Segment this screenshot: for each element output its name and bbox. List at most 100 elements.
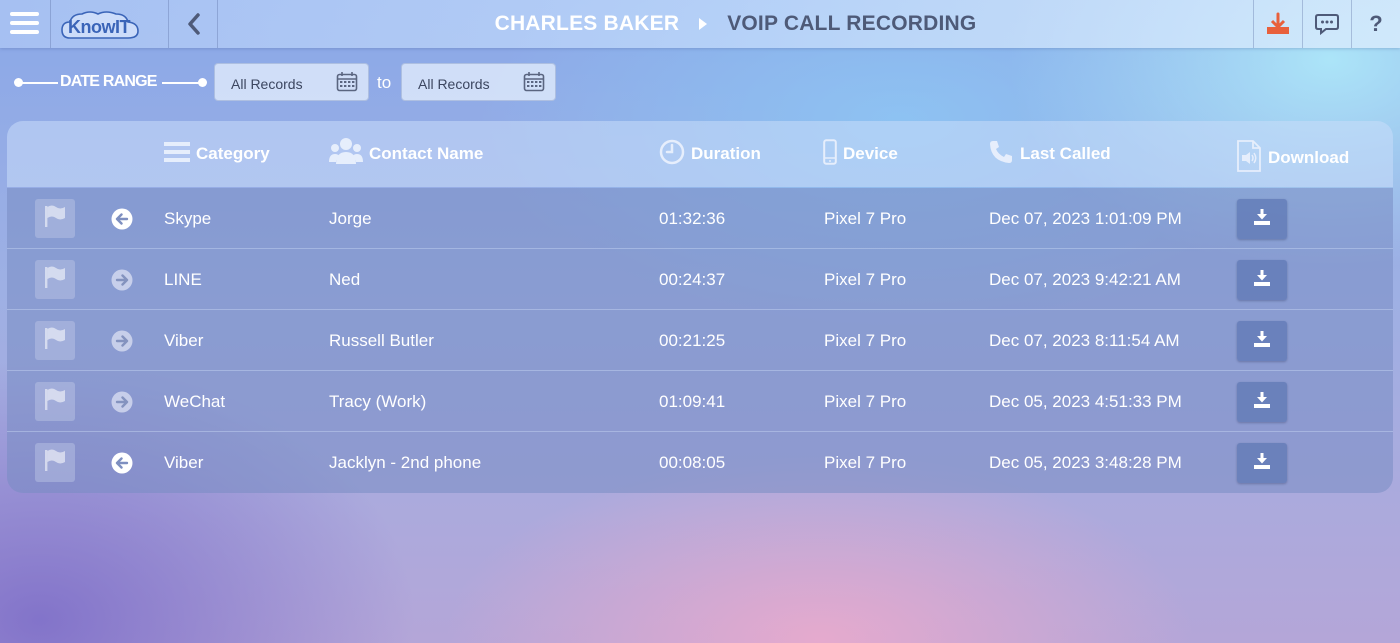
- column-header-category[interactable]: Category: [164, 121, 270, 187]
- list-icon: [164, 140, 190, 169]
- outgoing-call-arrow-icon: [111, 269, 133, 291]
- outgoing-call-arrow-icon: [111, 330, 133, 352]
- outgoing-call-arrow-icon: [111, 391, 133, 413]
- flag-button[interactable]: [35, 443, 75, 482]
- decorative-line: [162, 82, 200, 84]
- column-label: Contact Name: [369, 144, 484, 163]
- download-icon: [1253, 391, 1271, 414]
- duration-cell: 00:24:37: [659, 269, 726, 289]
- column-label: Category: [196, 144, 270, 163]
- download-button[interactable]: [1237, 199, 1287, 239]
- download-icon: [1253, 330, 1271, 353]
- users-group-icon: [329, 137, 363, 172]
- flag-button[interactable]: [35, 382, 75, 421]
- device-cell: Pixel 7 Pro: [824, 391, 907, 411]
- table-row[interactable]: Skype Jorge 01:32:36 Pixel 7 Pro Dec 07,…: [7, 188, 1393, 249]
- table-row[interactable]: LINE Ned 00:24:37 Pixel 7 Pro Dec 07, 20…: [7, 249, 1393, 310]
- device-cell: Pixel 7 Pro: [824, 208, 907, 228]
- category-cell: WeChat: [164, 391, 226, 411]
- breadcrumb-chevron-icon: [699, 18, 708, 30]
- date-from-field[interactable]: All Records: [214, 63, 369, 101]
- flag-icon: [42, 448, 68, 477]
- column-label: Duration: [691, 144, 761, 163]
- date-to-value: All Records: [418, 76, 490, 92]
- date-range-filter: DATE RANGE All Records to All Records: [12, 63, 572, 101]
- last-called-cell: Dec 07, 2023 8:11:54 AM: [989, 330, 1180, 350]
- last-called-cell: Dec 07, 2023 1:01:09 PM: [989, 208, 1182, 228]
- category-cell: LINE: [164, 269, 202, 289]
- phone-icon: [988, 139, 1014, 170]
- date-range-to-label: to: [377, 73, 392, 92]
- smartphone-icon: [823, 138, 837, 170]
- contact-cell: Tracy (Work): [329, 391, 427, 411]
- recordings-table: Skype Jorge 01:32:36 Pixel 7 Pro Dec 07,…: [7, 188, 1393, 493]
- breadcrumb: CHARLES BAKER VOIP CALL RECORDING: [218, 0, 1253, 48]
- duration-cell: 00:21:25: [659, 330, 726, 350]
- last-called-cell: Dec 05, 2023 4:51:33 PM: [989, 391, 1182, 411]
- flag-button[interactable]: [35, 199, 75, 238]
- category-cell: Viber: [164, 452, 204, 472]
- contact-cell: Ned: [329, 269, 361, 289]
- download-icon: [1253, 208, 1271, 231]
- device-cell: Pixel 7 Pro: [824, 269, 907, 289]
- calendar-icon[interactable]: [523, 71, 545, 98]
- date-from-value: All Records: [231, 76, 303, 92]
- export-download-icon[interactable]: [1254, 0, 1302, 48]
- flag-icon: [42, 265, 68, 294]
- back-arrow-icon[interactable]: [169, 0, 217, 48]
- clock-icon: [659, 139, 685, 170]
- calendar-icon[interactable]: [336, 71, 358, 98]
- date-to-field[interactable]: All Records: [401, 63, 556, 101]
- download-button[interactable]: [1237, 321, 1287, 361]
- download-button[interactable]: [1237, 443, 1287, 483]
- incoming-call-arrow-icon: [111, 208, 133, 230]
- decorative-line: [20, 82, 58, 84]
- flag-icon: [42, 387, 68, 416]
- breadcrumb-user[interactable]: CHARLES BAKER: [495, 12, 680, 36]
- incoming-call-arrow-icon: [111, 452, 133, 474]
- top-bar: KnowIT CHARLES BAKER VOIP CALL RECORDING…: [0, 0, 1400, 48]
- date-range-label: DATE RANGE: [60, 73, 157, 90]
- table-row[interactable]: Viber Russell Butler 00:21:25 Pixel 7 Pr…: [7, 310, 1393, 371]
- duration-cell: 01:32:36: [659, 208, 726, 228]
- column-label: Last Called: [1020, 144, 1111, 163]
- contact-cell: Jorge: [329, 208, 372, 228]
- column-header-download: Download: [1236, 125, 1349, 191]
- chat-bubble-icon[interactable]: [1303, 0, 1351, 48]
- table-header: Category Contact Name Duration Device La…: [7, 121, 1393, 187]
- page-title: VOIP CALL RECORDING: [727, 12, 977, 35]
- last-called-cell: Dec 07, 2023 9:42:21 AM: [989, 269, 1181, 289]
- download-icon: [1253, 452, 1271, 475]
- category-cell: Skype: [164, 208, 212, 228]
- table-row[interactable]: Viber Jacklyn - 2nd phone 00:08:05 Pixel…: [7, 432, 1393, 493]
- download-button[interactable]: [1237, 260, 1287, 300]
- divider: [50, 0, 51, 48]
- column-header-duration[interactable]: Duration: [659, 121, 761, 187]
- column-header-device[interactable]: Device: [823, 121, 898, 187]
- audio-file-icon: [1236, 139, 1262, 177]
- device-cell: Pixel 7 Pro: [824, 452, 907, 472]
- flag-icon: [42, 204, 68, 233]
- contact-cell: Jacklyn - 2nd phone: [329, 452, 482, 472]
- knowit-logo[interactable]: KnowIT: [60, 8, 140, 42]
- contact-cell: Russell Butler: [329, 330, 434, 350]
- last-called-cell: Dec 05, 2023 3:48:28 PM: [989, 452, 1182, 472]
- logo-text: KnowIT: [68, 17, 131, 37]
- download-icon: [1253, 269, 1271, 292]
- decorative-dot: [198, 78, 207, 87]
- flag-button[interactable]: [35, 260, 75, 299]
- duration-cell: 01:09:41: [659, 391, 726, 411]
- duration-cell: 00:08:05: [659, 452, 726, 472]
- device-cell: Pixel 7 Pro: [824, 330, 907, 350]
- column-label: Device: [843, 144, 898, 163]
- column-header-contact[interactable]: Contact Name: [329, 121, 483, 187]
- column-header-last-called[interactable]: Last Called: [988, 121, 1111, 187]
- column-label: Download: [1268, 148, 1350, 167]
- flag-icon: [42, 326, 68, 355]
- hamburger-menu-icon[interactable]: [0, 0, 50, 48]
- help-question-icon[interactable]: ?: [1352, 0, 1400, 48]
- table-row[interactable]: WeChat Tracy (Work) 01:09:41 Pixel 7 Pro…: [7, 371, 1393, 432]
- category-cell: Viber: [164, 330, 204, 350]
- flag-button[interactable]: [35, 321, 75, 360]
- download-button[interactable]: [1237, 382, 1287, 422]
